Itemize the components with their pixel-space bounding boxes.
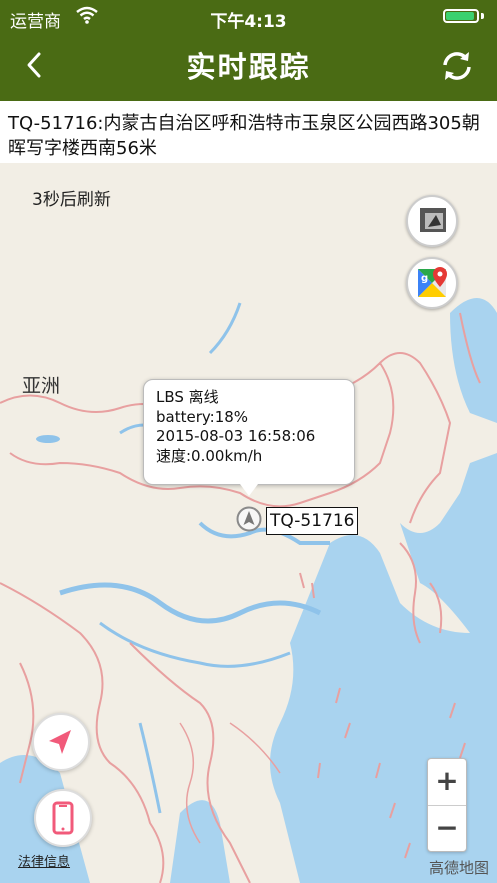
navigation-arrow-icon <box>49 730 71 754</box>
info-speed: 速度:0.00km/h <box>156 446 263 465</box>
address-text: TQ-51716:内蒙古自治区呼和浩特市玉泉区公园西路305朝晖写字楼西南56米 <box>0 101 497 163</box>
svg-text:g: g <box>421 273 428 284</box>
info-window-tail <box>240 484 258 496</box>
phone-icon <box>52 801 74 835</box>
refresh-icon[interactable] <box>439 48 475 84</box>
info-window: LBS 离线 battery:18% 2015-08-03 16:58:06 速… <box>143 379 355 485</box>
info-battery: battery:18% <box>156 407 249 426</box>
satellite-icon <box>420 208 446 232</box>
zoom-control: + − <box>427 758 467 852</box>
zoom-in-button[interactable]: + <box>428 759 466 806</box>
map-view[interactable]: 3秒后刷新 亚洲 g LBS 离线 battery:18% 2015-08-03… <box>0 163 497 883</box>
refresh-countdown: 3秒后刷新 <box>32 190 111 210</box>
battery-icon <box>443 9 487 25</box>
status-bar: 运营商 下午4:13 <box>0 0 497 32</box>
device-button[interactable] <box>34 789 92 847</box>
zoom-out-button[interactable]: − <box>428 806 466 852</box>
satellite-layer-button[interactable] <box>406 195 458 247</box>
clock: 下午4:13 <box>210 12 287 32</box>
info-timestamp: 2015-08-03 16:58:06 <box>156 427 316 445</box>
map-provider-logo: 高德地图 <box>428 859 489 877</box>
info-status: LBS 离线 <box>156 388 219 406</box>
device-label: TQ-51716 <box>266 507 359 535</box>
google-maps-icon: g <box>418 267 447 297</box>
legal-info-link[interactable]: 法律信息 <box>18 851 70 870</box>
locate-button[interactable] <box>32 713 90 771</box>
page-title: 实时跟踪 <box>186 50 311 84</box>
google-maps-button[interactable]: g <box>406 257 458 309</box>
device-marker-icon[interactable] <box>236 506 262 532</box>
region-label: 亚洲 <box>22 375 61 397</box>
nav-header: 运营商 下午4:13 实时跟踪 <box>0 0 497 101</box>
